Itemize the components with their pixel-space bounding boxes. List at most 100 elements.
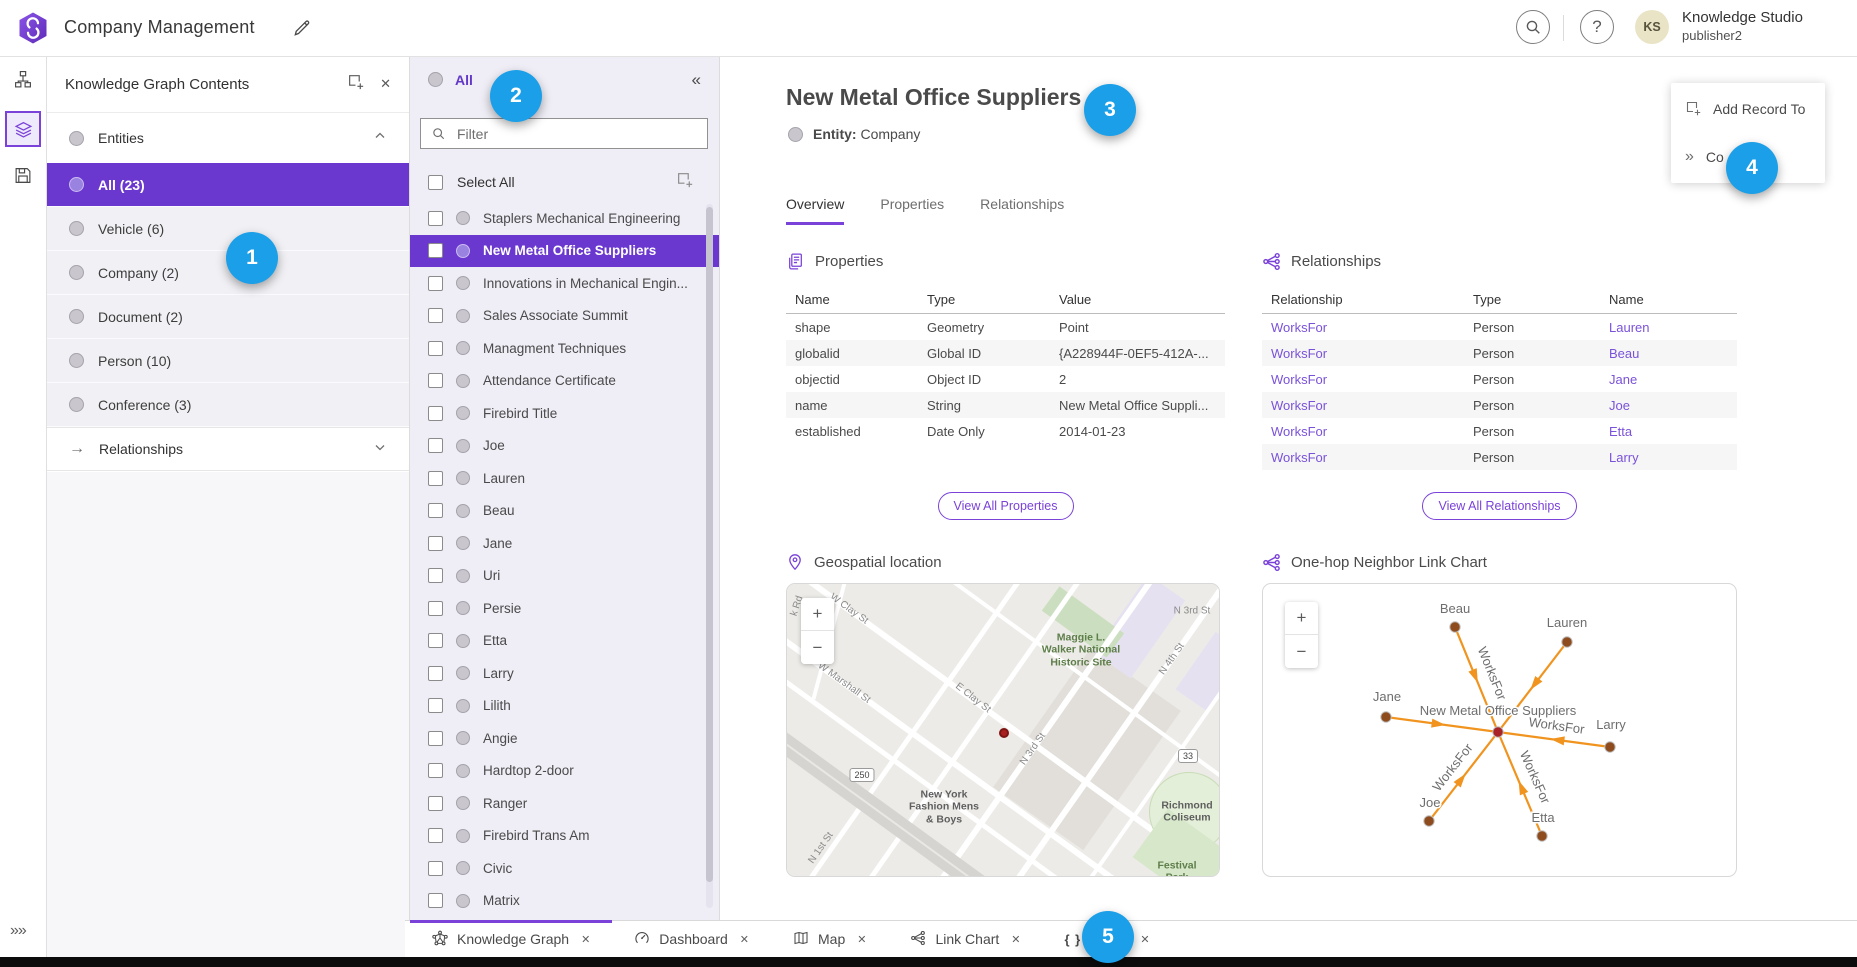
- select-all-checkbox[interactable]: [428, 175, 443, 190]
- record-checkbox[interactable]: [428, 763, 443, 778]
- scrollbar-track[interactable]: [706, 204, 713, 908]
- record-checkbox[interactable]: [428, 893, 443, 908]
- graph-node[interactable]: [1381, 712, 1391, 722]
- record-list-item[interactable]: Sales Associate Summit: [410, 300, 719, 333]
- link-chart-card[interactable]: WorksForWorksForWorksForWorksForBeauLaur…: [1262, 583, 1737, 877]
- add-record-icon[interactable]: [676, 171, 693, 193]
- record-list-item[interactable]: Attendance Certificate: [410, 365, 719, 398]
- record-link[interactable]: Jane: [1609, 372, 1728, 387]
- record-link[interactable]: WorksFor: [1271, 372, 1473, 387]
- record-link[interactable]: Lauren: [1609, 320, 1728, 335]
- record-checkbox[interactable]: [428, 666, 443, 681]
- record-list-item[interactable]: Firebird Title: [410, 397, 719, 430]
- chevron-down-icon[interactable]: [373, 440, 387, 459]
- layers-icon[interactable]: [5, 111, 41, 147]
- tab-link-chart[interactable]: Link Chart✕: [888, 921, 1042, 957]
- record-checkbox[interactable]: [428, 308, 443, 323]
- record-checkbox[interactable]: [428, 536, 443, 551]
- entity-type-item[interactable]: Vehicle (6): [47, 207, 409, 251]
- graph-node[interactable]: [1537, 831, 1547, 841]
- record-checkbox[interactable]: [428, 731, 443, 746]
- help-button[interactable]: ?: [1580, 10, 1614, 44]
- record-checkbox[interactable]: [428, 698, 443, 713]
- record-list-item[interactable]: Managment Techniques: [410, 332, 719, 365]
- record-link[interactable]: Beau: [1609, 346, 1728, 361]
- map-marker[interactable]: [999, 728, 1009, 738]
- record-list-item[interactable]: Staplers Mechanical Engineering: [410, 202, 719, 235]
- record-link[interactable]: WorksFor: [1271, 320, 1473, 335]
- record-checkbox[interactable]: [428, 633, 443, 648]
- expand-panel-icon[interactable]: »»: [10, 922, 26, 940]
- tab-map[interactable]: Map✕: [771, 921, 888, 957]
- relationships-section-header[interactable]: → Relationships: [47, 427, 409, 471]
- close-tab-icon[interactable]: ✕: [1011, 933, 1020, 946]
- entities-section-header[interactable]: Entities: [47, 113, 409, 163]
- record-checkbox[interactable]: [428, 828, 443, 843]
- record-list-item[interactable]: Matrix: [410, 885, 719, 918]
- record-checkbox[interactable]: [428, 471, 443, 486]
- entity-type-item[interactable]: Document (2): [47, 295, 409, 339]
- entity-type-item[interactable]: All (23): [47, 163, 409, 207]
- close-panel-icon[interactable]: ✕: [380, 76, 391, 92]
- record-checkbox[interactable]: [428, 276, 443, 291]
- record-link[interactable]: WorksFor: [1271, 450, 1473, 465]
- record-list-item[interactable]: Innovations in Mechanical Engin...: [410, 267, 719, 300]
- graph-node[interactable]: [1562, 637, 1572, 647]
- entity-type-item[interactable]: Person (10): [47, 339, 409, 383]
- record-checkbox[interactable]: [428, 406, 443, 421]
- record-link[interactable]: WorksFor: [1271, 346, 1473, 361]
- record-checkbox[interactable]: [428, 503, 443, 518]
- zoom-in-button[interactable]: +: [801, 598, 834, 631]
- record-list-item[interactable]: Joe: [410, 430, 719, 463]
- record-list-item[interactable]: Lauren: [410, 462, 719, 495]
- chevron-up-icon[interactable]: [373, 129, 387, 148]
- graph-node[interactable]: [1605, 742, 1615, 752]
- record-list-item[interactable]: Persie: [410, 592, 719, 625]
- record-list-item[interactable]: Angie: [410, 722, 719, 755]
- view-all-properties-button[interactable]: View All Properties: [938, 492, 1074, 520]
- record-link[interactable]: Etta: [1609, 424, 1728, 439]
- record-link[interactable]: WorksFor: [1271, 398, 1473, 413]
- search-button[interactable]: [1516, 10, 1550, 44]
- entity-type-item[interactable]: Conference (3): [47, 383, 409, 427]
- record-checkbox[interactable]: [428, 341, 443, 356]
- record-list-item[interactable]: Larry: [410, 657, 719, 690]
- record-list-item[interactable]: Firebird Trans Am: [410, 820, 719, 853]
- view-all-relationships-button[interactable]: View All Relationships: [1422, 492, 1576, 520]
- record-list-item[interactable]: Uri: [410, 560, 719, 593]
- record-link[interactable]: Joe: [1609, 398, 1728, 413]
- graph-node[interactable]: [1424, 816, 1434, 826]
- record-checkbox[interactable]: [428, 438, 443, 453]
- tab-dashboard[interactable]: Dashboard✕: [612, 921, 771, 957]
- graph-node[interactable]: [1450, 622, 1460, 632]
- close-tab-icon[interactable]: ✕: [1140, 933, 1149, 946]
- edit-title-icon[interactable]: [292, 18, 312, 38]
- record-list-item[interactable]: Lilith: [410, 690, 719, 723]
- tab-relationships[interactable]: Relationships: [980, 196, 1064, 225]
- filter-input[interactable]: [455, 125, 697, 143]
- zoom-out-button[interactable]: −: [1285, 635, 1318, 668]
- record-list-item[interactable]: Ranger: [410, 787, 719, 820]
- menu-item-add-record-to[interactable]: Add Record To: [1671, 85, 1825, 133]
- record-checkbox[interactable]: [428, 796, 443, 811]
- scrollbar-thumb[interactable]: [706, 207, 713, 882]
- record-checkbox[interactable]: [428, 243, 443, 258]
- record-checkbox[interactable]: [428, 601, 443, 616]
- zoom-in-button[interactable]: +: [1285, 602, 1318, 635]
- tab-overview[interactable]: Overview: [786, 196, 844, 225]
- center-node[interactable]: [1493, 727, 1503, 737]
- record-checkbox[interactable]: [428, 568, 443, 583]
- record-list-item[interactable]: New Metal Office Suppliers: [410, 235, 719, 268]
- record-list-item[interactable]: Etta: [410, 625, 719, 658]
- save-icon[interactable]: [14, 166, 33, 185]
- record-list-item[interactable]: Beau: [410, 495, 719, 528]
- tab-properties[interactable]: Properties: [880, 196, 944, 225]
- record-checkbox[interactable]: [428, 211, 443, 226]
- close-tab-icon[interactable]: ✕: [857, 933, 866, 946]
- record-link[interactable]: Larry: [1609, 450, 1728, 465]
- record-list-item[interactable]: Civic: [410, 852, 719, 885]
- record-list-item[interactable]: Hardtop 2-door: [410, 755, 719, 788]
- avatar[interactable]: KS: [1635, 10, 1669, 44]
- collapse-panel-icon[interactable]: «: [692, 70, 701, 90]
- data-model-icon[interactable]: [14, 70, 33, 89]
